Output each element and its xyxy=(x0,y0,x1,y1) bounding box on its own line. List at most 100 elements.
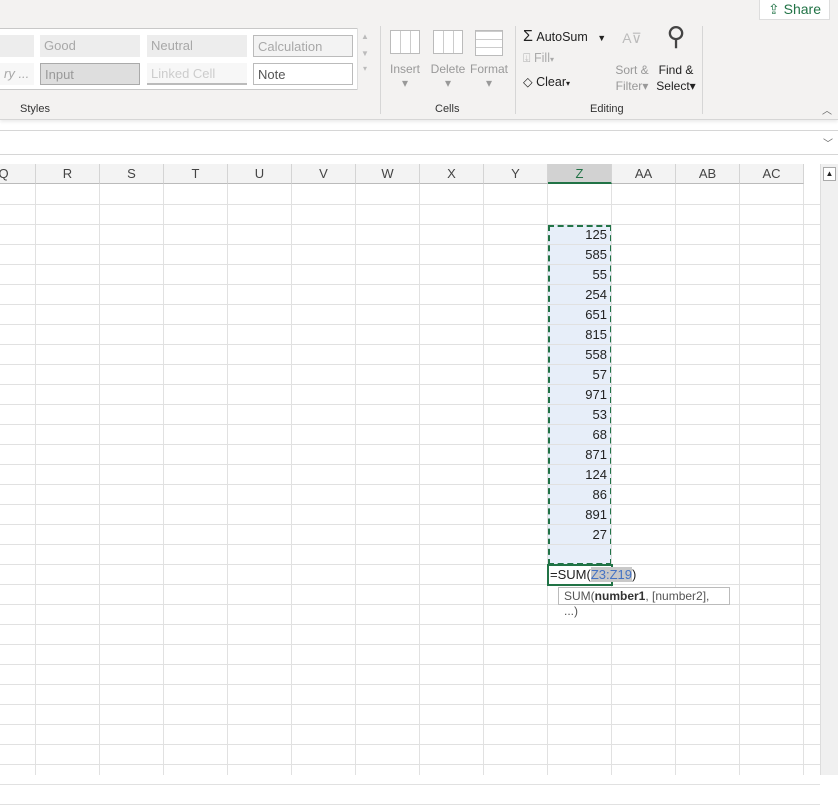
cell-z17[interactable]: 891 xyxy=(548,505,610,525)
sigma-icon: Σ xyxy=(523,28,533,45)
gallery-scroll[interactable]: ▲ ▼ ▾ xyxy=(357,28,372,90)
delete-icon xyxy=(433,30,463,54)
cell-z18[interactable]: 27 xyxy=(548,525,610,545)
active-cell-formula[interactable]: =SUM(Z3:Z19) xyxy=(547,564,636,586)
row-line xyxy=(0,704,820,705)
cell-z15[interactable]: 124 xyxy=(548,465,610,485)
expand-formula-bar-icon[interactable]: ﹀ xyxy=(823,135,833,150)
style-partial[interactable] xyxy=(0,35,34,57)
spreadsheet-grid[interactable]: Q R S T U V W X Y Z AA AB AC 125 585 55 254 651 815 558 57 97… xyxy=(0,164,820,805)
function-tooltip: SUM(number1, [number2], ...) xyxy=(558,587,730,618)
cell-z13[interactable]: 68 xyxy=(548,425,610,445)
column-line xyxy=(483,184,484,775)
cell-z6[interactable]: 254 xyxy=(548,285,610,305)
column-header-z[interactable]: Z xyxy=(548,164,612,184)
format-icon xyxy=(475,30,503,56)
eraser-icon: ◇ xyxy=(523,75,533,89)
style-explanatory[interactable]: ry ... xyxy=(0,63,34,85)
cell-styles-gallery: Good Neutral Calculation ry ... Input Li… xyxy=(0,28,372,90)
editing-group-label: Editing xyxy=(590,103,624,115)
row-line xyxy=(0,564,820,565)
column-line xyxy=(739,184,740,775)
column-line xyxy=(291,184,292,775)
column-header-y[interactable]: Y xyxy=(484,164,548,184)
column-header-ab[interactable]: AB xyxy=(676,164,740,184)
row-line xyxy=(0,344,820,345)
row-line xyxy=(0,784,820,785)
cell-z14[interactable]: 871 xyxy=(548,445,610,465)
share-button[interactable]: ⇪ Share xyxy=(759,0,830,20)
column-line xyxy=(419,184,420,775)
column-line xyxy=(99,184,100,775)
column-header-t[interactable]: T xyxy=(164,164,228,184)
cell-z10[interactable]: 57 xyxy=(548,365,610,385)
scroll-up-icon[interactable]: ▲ xyxy=(823,167,836,181)
collapse-ribbon-icon[interactable]: ︿ xyxy=(822,102,832,117)
cell-z16[interactable]: 86 xyxy=(548,485,610,505)
row-line xyxy=(0,264,820,265)
fill-icon: ⍗ xyxy=(523,51,531,65)
row-line xyxy=(0,764,820,765)
format-button[interactable]: Format ▾ xyxy=(469,30,509,90)
cells-group-label: Cells xyxy=(435,103,460,115)
ribbon: ⇪ Share Good Neutral Calculation ry ... … xyxy=(0,0,838,120)
vertical-scrollbar[interactable]: ▲ xyxy=(820,164,838,775)
divider xyxy=(515,26,516,114)
row-line xyxy=(0,284,820,285)
column-line xyxy=(611,184,612,775)
column-header-q[interactable]: Q xyxy=(0,164,36,184)
style-calculation[interactable]: Calculation xyxy=(253,35,353,57)
row-line xyxy=(0,744,820,745)
insert-button[interactable]: Insert ▾ xyxy=(388,30,422,90)
style-good[interactable]: Good xyxy=(40,35,140,57)
column-header-u[interactable]: U xyxy=(228,164,292,184)
cell-z7[interactable]: 651 xyxy=(548,305,610,325)
style-neutral[interactable]: Neutral xyxy=(147,35,247,57)
formula-bar[interactable]: ﹀ xyxy=(0,130,838,155)
share-icon: ⇪ xyxy=(768,1,784,17)
cell-z8[interactable]: 815 xyxy=(548,325,610,345)
cell-z12[interactable]: 53 xyxy=(548,405,610,425)
magnifier-icon: ⚲ xyxy=(666,21,686,51)
row-line xyxy=(0,444,820,445)
row-line xyxy=(0,684,820,685)
row-line xyxy=(0,204,820,205)
column-line xyxy=(803,184,804,775)
column-header-r[interactable]: R xyxy=(36,164,100,184)
cell-z3[interactable]: 125 xyxy=(548,225,610,245)
column-header-v[interactable]: V xyxy=(292,164,356,184)
clear-button[interactable]: ◇ Clear▾ xyxy=(523,74,570,89)
row-line xyxy=(0,644,820,645)
column-line xyxy=(355,184,356,775)
styles-group-label: Styles xyxy=(20,103,50,115)
column-header-ac[interactable]: AC xyxy=(740,164,804,184)
row-line xyxy=(0,724,820,725)
cell-z9[interactable]: 558 xyxy=(548,345,610,365)
cell-z11[interactable]: 971 xyxy=(548,385,610,405)
delete-button[interactable]: Delete ▾ xyxy=(428,30,468,90)
sort-filter-button[interactable]: A⊽ Sort & Filter▾ xyxy=(612,30,652,94)
row-line xyxy=(0,584,820,585)
row-line xyxy=(0,504,820,505)
row-line xyxy=(0,384,820,385)
row-line xyxy=(0,304,820,305)
column-header-s[interactable]: S xyxy=(100,164,164,184)
row-line xyxy=(0,544,820,545)
column-header-x[interactable]: X xyxy=(420,164,484,184)
row-line xyxy=(0,224,820,225)
fill-button[interactable]: ⍗ Fill▾ xyxy=(523,51,554,66)
style-linked-cell[interactable]: Linked Cell xyxy=(147,63,247,85)
cell-z5[interactable]: 55 xyxy=(548,265,610,285)
column-line xyxy=(675,184,676,775)
autosum-button[interactable]: Σ AutoSum ▼ xyxy=(523,28,606,46)
row-line xyxy=(0,664,820,665)
row-line xyxy=(0,364,820,365)
find-select-button[interactable]: ⚲ Find & Select▾ xyxy=(654,21,698,94)
style-note[interactable]: Note xyxy=(253,63,353,85)
divider xyxy=(380,26,381,114)
style-input[interactable]: Input xyxy=(40,63,140,85)
column-line xyxy=(227,184,228,775)
column-header-aa[interactable]: AA xyxy=(612,164,676,184)
cell-z4[interactable]: 585 xyxy=(548,245,610,265)
column-header-w[interactable]: W xyxy=(356,164,420,184)
